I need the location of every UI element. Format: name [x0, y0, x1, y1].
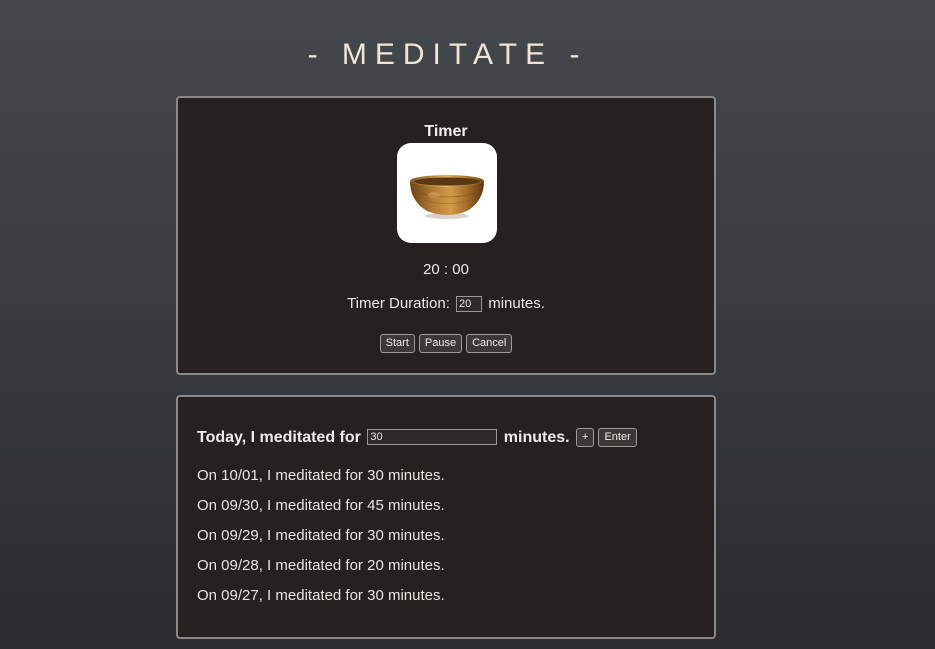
list-item: On 09/27, I meditated for 30 minutes. [197, 587, 445, 604]
page-title: - MEDITATE - [307, 38, 588, 71]
start-button[interactable]: Start [379, 334, 415, 353]
duration-prefix-label: Timer Duration: [347, 295, 450, 312]
log-prefix-label: Today, I meditated for [197, 429, 361, 446]
log-entry-row: Today, I meditated for minutes. +Enter [197, 428, 639, 447]
enter-button[interactable]: Enter [598, 428, 637, 447]
timer-panel: Timer 20: 00 Timer Duration: 20 minutes… [176, 96, 716, 375]
timer-duration-row: Timer Duration: minutes. [178, 295, 714, 312]
singing-bowl-icon [410, 175, 484, 219]
log-suffix-label: minutes. [503, 429, 570, 446]
list-item: On 09/30, I meditated for 45 minutes. [197, 497, 445, 514]
duration-suffix-label: minutes. [488, 295, 545, 312]
list-item: On 09/29, I meditated for 30 minutes. [197, 527, 445, 544]
timer-controls: Start Pause Cancel [178, 334, 714, 353]
list-item: On 10/01, I meditated for 30 minutes. [197, 467, 445, 484]
pause-button[interactable]: Pause [418, 334, 463, 353]
minutes-input[interactable] [367, 429, 498, 445]
increment-button[interactable]: + [576, 428, 595, 447]
meditation-log-panel: Today, I meditated for minutes. +Enter O… [176, 395, 716, 639]
cancel-button[interactable]: Cancel [466, 334, 513, 353]
countdown-display: 20 : 00 [423, 261, 469, 278]
singing-bowl-image [397, 143, 497, 243]
timer-heading: Timer [424, 123, 468, 140]
list-item: On 09/28, I meditated for 20 minutes. [197, 557, 445, 574]
meditation-history-list: On 10/01, I meditated for 30 minutes. On… [197, 467, 445, 617]
duration-input[interactable] [456, 296, 483, 312]
